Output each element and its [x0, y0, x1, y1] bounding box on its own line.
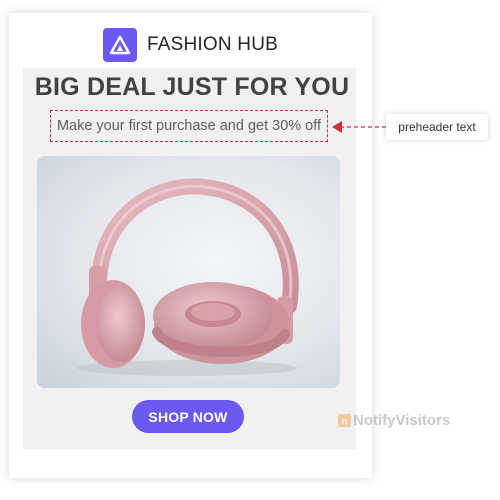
callout-arrow-icon	[332, 121, 386, 133]
headphones-illustration	[77, 178, 299, 376]
shop-now-button[interactable]: SHOP NOW	[132, 400, 244, 433]
brand-header: FASHION HUB	[9, 28, 372, 62]
triangle-logo-icon	[103, 28, 137, 62]
preheader-annotation-label: preheader text	[386, 114, 488, 140]
brand-name: FASHION HUB	[147, 34, 278, 55]
watermark-text: NotifyVisitors	[353, 412, 451, 429]
notifyvisitors-watermark: n NotifyVisitors	[338, 412, 450, 429]
email-headline: BIG DEAL JUST FOR YOU	[34, 73, 350, 101]
hero-image-headphones	[37, 156, 340, 388]
notifyvisitors-logo-icon: n	[338, 414, 351, 427]
preheader-text: Make your first purchase and get 30% off	[50, 110, 328, 142]
